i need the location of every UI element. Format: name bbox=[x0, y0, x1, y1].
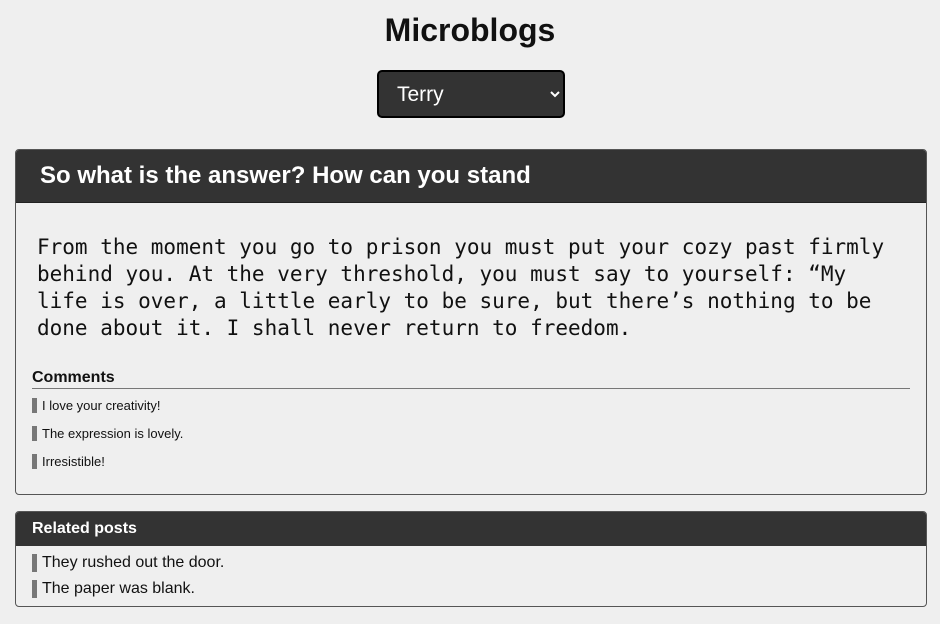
related-posts-heading: Related posts bbox=[16, 512, 926, 546]
related-post-item[interactable]: The paper was blank. bbox=[32, 580, 910, 598]
comment-item: Irresistible! bbox=[32, 454, 910, 469]
comment-item: I love your creativity! bbox=[32, 398, 910, 413]
post-body: From the moment you go to prison you mus… bbox=[37, 235, 885, 340]
related-posts-card: Related posts They rushed out the door. … bbox=[15, 511, 927, 607]
comments-list: I love your creativity! The expression i… bbox=[16, 389, 926, 469]
comments-heading: Comments bbox=[32, 369, 910, 389]
comment-item: The expression is lovely. bbox=[32, 426, 910, 441]
user-select[interactable]: Terry bbox=[377, 70, 565, 118]
post-card: So what is the answer? How can you stand… bbox=[15, 149, 927, 495]
post-title: So what is the answer? How can you stand bbox=[16, 150, 926, 203]
page-title: Microblogs bbox=[384, 12, 556, 48]
related-posts-list: They rushed out the door. The paper was … bbox=[16, 546, 926, 598]
related-post-item[interactable]: They rushed out the door. bbox=[32, 554, 910, 572]
